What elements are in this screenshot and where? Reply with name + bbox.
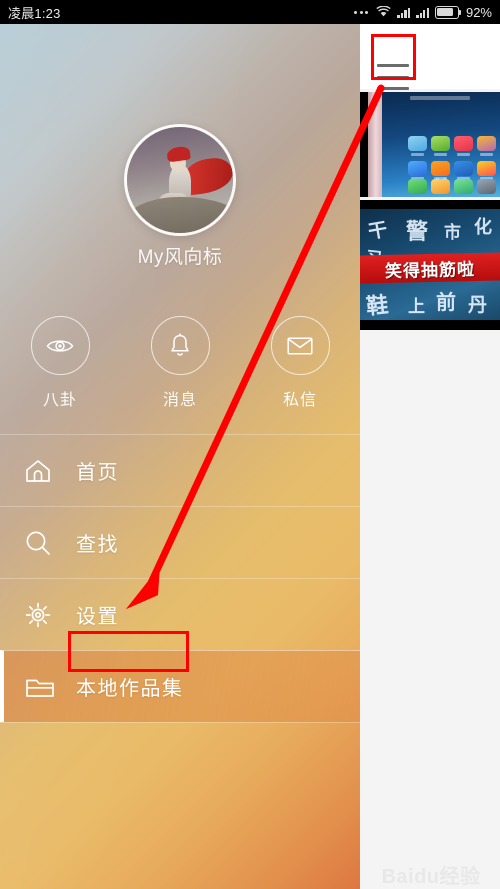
menu-item-local-collection[interactable]: 本地作品集	[0, 650, 360, 722]
signal-icon	[416, 7, 429, 18]
hamburger-menu-icon[interactable]	[377, 64, 409, 90]
status-clock: 凌晨1:23	[8, 5, 61, 21]
action-messages[interactable]: 消息	[132, 316, 228, 410]
action-label: 私信	[282, 392, 317, 409]
action-label: 消息	[162, 392, 197, 409]
battery-percent: 92%	[465, 4, 492, 20]
thumbnail-image: 干 警 市 化 习 笑得抽筋啦 鞋 上 前 丹	[360, 200, 500, 330]
quick-actions: 八卦 消息 私信	[0, 316, 360, 424]
envelope-icon	[270, 316, 330, 375]
avatar[interactable]	[124, 124, 236, 236]
menu-item-label: 本地作品集	[76, 678, 184, 700]
folder-icon	[4, 674, 76, 700]
menu-item-settings[interactable]: 设置	[0, 578, 360, 650]
menu-bottom-divider	[0, 722, 360, 723]
watermark-line1: Baidu经验	[381, 866, 481, 888]
navigation-drawer: My风向标 八卦 消息 私信 首页 查找 设置 本地作品集	[0, 24, 360, 889]
home-icon	[0, 458, 76, 484]
thumbnail-image	[360, 92, 500, 197]
profile-header[interactable]: My风向标	[0, 24, 360, 289]
menu-item-label: 设置	[76, 606, 119, 628]
wifi-icon	[376, 6, 392, 17]
menu-item-home[interactable]: 首页	[0, 434, 360, 506]
action-label: 八卦	[42, 392, 77, 409]
action-bagua[interactable]: 八卦	[12, 316, 108, 410]
battery-icon	[434, 5, 462, 19]
status-bar: 凌晨1:23 92%	[0, 0, 500, 24]
menu-item-label: 查找	[76, 534, 119, 556]
list-item[interactable]	[360, 92, 500, 197]
more-dots-icon	[354, 10, 369, 14]
phone-screenshot: 凌晨1:23 92% 干 警 市 化 笑得抽筋啦 鞋 上 前 丹 Baidu经验…	[0, 0, 500, 889]
menu-item-search[interactable]: 查找	[0, 506, 360, 578]
baidu-watermark: Baidu经验 jingyan.baidu.com	[368, 860, 494, 889]
menu-item-label: 首页	[76, 462, 119, 484]
signal-icon	[397, 7, 411, 18]
gear-icon	[0, 601, 76, 629]
action-private-message[interactable]: 私信	[252, 316, 348, 410]
thumbnail-caption-banner: 笑得抽筋啦	[360, 252, 500, 284]
search-icon	[0, 529, 76, 557]
status-icons: 92%	[354, 5, 492, 20]
bell-icon	[150, 316, 210, 375]
username-label: My风向标	[137, 247, 223, 268]
eye-icon	[30, 316, 90, 375]
list-item[interactable]: 干 警 市 化 习 笑得抽筋啦 鞋 上 前 丹	[360, 200, 500, 330]
drawer-menu: 首页 查找 设置 本地作品集	[0, 434, 360, 723]
